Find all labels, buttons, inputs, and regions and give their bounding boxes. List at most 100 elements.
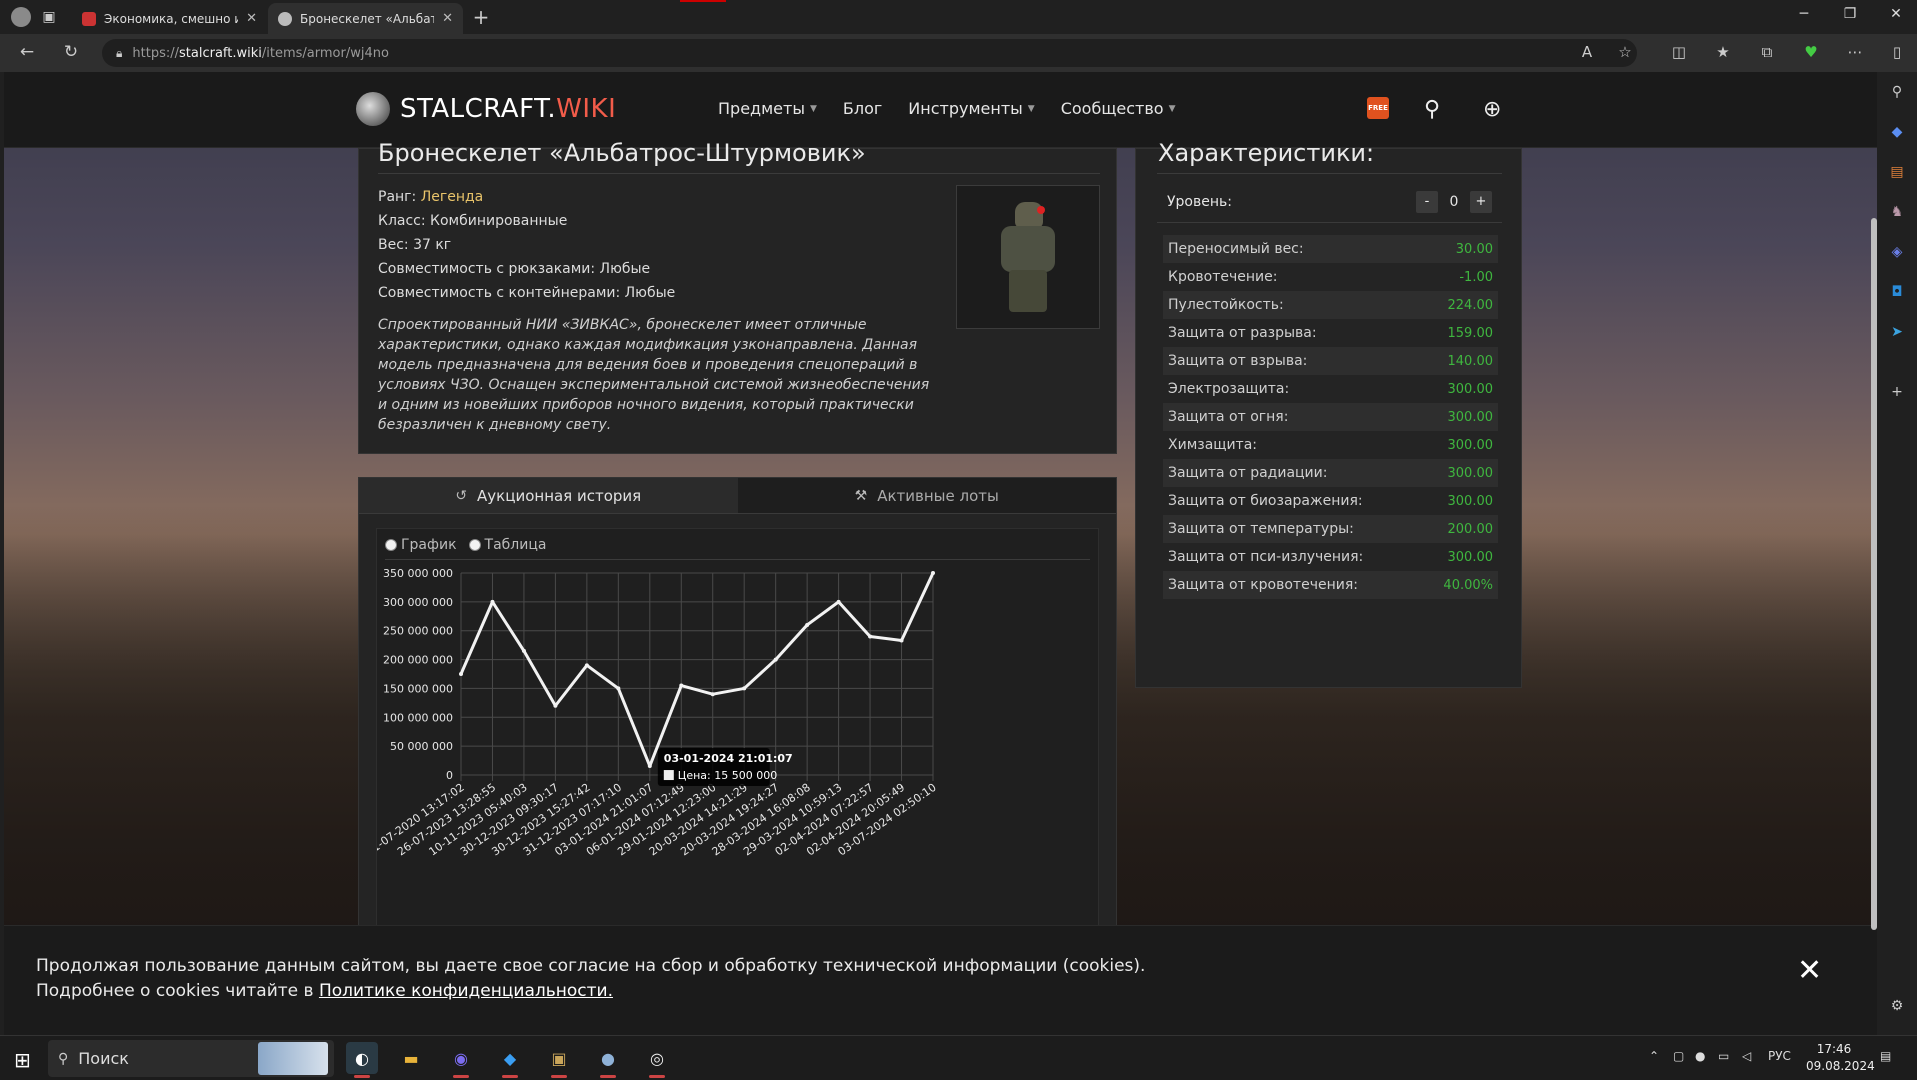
level-selector: Уровень: - 0 +: [1157, 181, 1502, 223]
armor-image: [993, 202, 1063, 312]
settings-gear-icon[interactable]: ⚙: [1887, 998, 1907, 1018]
gavel-icon: ⚒: [854, 487, 868, 504]
site-header: STALCRAFT. WIKI Предметы ▼ Блог Инструмент…: [4, 72, 1877, 148]
games-icon[interactable]: ♞: [1887, 204, 1907, 224]
avatar-icon: [11, 7, 31, 27]
outlook-icon[interactable]: ◘: [1887, 284, 1907, 304]
url-field[interactable]: 🔒︎ https://stalcraft.wiki/items/armor/wj…: [102, 39, 1637, 67]
tab-economics[interactable]: Экономика, смешно и грустно. ✕: [72, 3, 267, 34]
class-line: Класс: Комбинированные: [378, 213, 568, 229]
edge-app-icon[interactable]: ◐: [346, 1042, 378, 1078]
stat-row: Химзащита: 300.00: [1163, 431, 1498, 459]
privacy-policy-link[interactable]: Политике конфиденциальности.: [319, 981, 613, 1001]
minimize-icon[interactable]: ─: [1789, 6, 1819, 22]
profile-avatar[interactable]: [8, 4, 34, 30]
refresh-icon[interactable]: ↻: [60, 42, 82, 62]
tab-stalcraft[interactable]: Бронескелет «Альбатрос-Штурм ✕: [268, 3, 463, 34]
stat-name: Защита от огня:: [1168, 409, 1289, 425]
notifications-icon[interactable]: ▤: [1880, 1049, 1891, 1063]
menu-item-tools[interactable]: Инструменты ▼: [908, 99, 1034, 118]
favorite-star-icon[interactable]: ☆: [1614, 43, 1636, 61]
stat-name: Переносимый вес:: [1168, 241, 1304, 257]
tab-actions-icon[interactable]: ▣: [36, 4, 62, 30]
free-badge-icon[interactable]: FREE: [1367, 97, 1389, 119]
favorites-icon[interactable]: ★: [1712, 43, 1734, 61]
data-point: [899, 638, 904, 643]
search-icon[interactable]: ⚲: [1424, 97, 1440, 122]
stat-name: Защита от пси-излучения:: [1168, 549, 1364, 565]
discord-icon[interactable]: ◉: [445, 1042, 477, 1078]
windows-start-icon[interactable]: ⊞: [14, 1048, 31, 1072]
app-icon[interactable]: ◎: [641, 1042, 673, 1078]
toolbox-icon[interactable]: ▤: [1887, 164, 1907, 184]
menu-item-community[interactable]: Сообщество ▼: [1061, 99, 1176, 118]
windows-taskbar: ⊞ ⚲ Поиск ◐ ▬ ◉ ◆ ▣ ● ◎ ⌃ ▢ ● ▭ ◁ РУС 17…: [0, 1035, 1917, 1080]
taskbar-search[interactable]: ⚲ Поиск: [48, 1040, 334, 1077]
address-bar-row: ← ↻ 🔒︎ https://stalcraft.wiki/items/armo…: [0, 34, 1917, 72]
stat-value: 300.00: [1447, 549, 1494, 565]
stat-name: Защита от биозаражения:: [1168, 493, 1363, 509]
tab-close-icon[interactable]: ✕: [442, 11, 453, 26]
shopping-tag-icon[interactable]: ◆: [1887, 124, 1907, 144]
price-line-chart[interactable]: 350 000 000 300 000 000 250 000 000 200 000…: [377, 529, 1100, 949]
stat-value: 200.00: [1447, 521, 1494, 537]
new-tab-button[interactable]: +: [468, 4, 494, 30]
split-screen-icon[interactable]: ◫: [1668, 43, 1690, 61]
data-point: [868, 634, 873, 639]
level-increment-button[interactable]: +: [1470, 190, 1492, 213]
menu-item-label: Инструменты: [908, 99, 1023, 118]
auction-tabs: ↺ Аукционная история ⚒ Активные лоты: [359, 478, 1116, 514]
stat-row: Защита от температуры: 200.00: [1163, 515, 1498, 543]
sidebar-toggle-icon[interactable]: ▯: [1886, 43, 1908, 61]
y-tick-label: 0: [446, 769, 453, 782]
clock-date: 09.08.2024: [1806, 1059, 1875, 1073]
add-icon[interactable]: +: [1887, 384, 1907, 404]
lock-icon: 🔒︎: [116, 45, 123, 60]
tooltip-date: 03-01-2024 21:01:07: [664, 752, 793, 765]
cookie-close-icon[interactable]: ✕: [1797, 956, 1822, 986]
telegram-icon[interactable]: ➤: [1887, 324, 1907, 344]
tab-title: Бронескелет «Альбатрос-Штурм: [300, 11, 435, 26]
level-decrement-button[interactable]: -: [1416, 190, 1438, 213]
menu-item-blog[interactable]: Блог: [843, 99, 882, 118]
close-window-icon[interactable]: ✕: [1881, 6, 1911, 22]
data-point: [710, 692, 715, 697]
restore-icon[interactable]: ❐: [1835, 6, 1865, 22]
stat-name: Пулестойкость:: [1168, 297, 1284, 313]
stat-value: 300.00: [1447, 437, 1494, 453]
tray-device-icon[interactable]: ▢: [1673, 1049, 1684, 1063]
data-point: [459, 672, 463, 676]
microphone-icon[interactable]: ●: [1695, 1049, 1705, 1063]
network-icon[interactable]: ▭: [1718, 1049, 1729, 1063]
url-scheme: https://: [132, 45, 179, 61]
copilot-icon[interactable]: ◈: [1887, 244, 1907, 264]
volume-icon[interactable]: ◁: [1742, 1049, 1751, 1063]
menu-item-items[interactable]: Предметы ▼: [718, 99, 817, 118]
site-logo[interactable]: STALCRAFT. WIKI: [356, 92, 616, 126]
game-icon[interactable]: ▣: [543, 1042, 575, 1078]
stat-name: Защита от кровотечения:: [1168, 577, 1358, 593]
back-icon[interactable]: ←: [16, 42, 38, 62]
item-image: [956, 185, 1100, 329]
clock[interactable]: 17:46 09.08.2024: [1806, 1041, 1875, 1075]
clock-time: 17:46: [1816, 1042, 1852, 1056]
file-explorer-icon[interactable]: ▬: [395, 1042, 427, 1074]
collections-icon[interactable]: ⧉: [1756, 43, 1778, 61]
search-icon[interactable]: ⚲: [1887, 84, 1907, 104]
tab-close-icon[interactable]: ✕: [246, 11, 257, 26]
tab-active-lots[interactable]: ⚒ Активные лоты: [737, 478, 1116, 514]
language-globe-icon[interactable]: ⊕: [1483, 97, 1501, 122]
y-tick-label: 150 000 000: [383, 682, 453, 695]
tray-chevron-icon[interactable]: ⌃: [1649, 1049, 1659, 1063]
language-indicator[interactable]: РУС: [1768, 1049, 1791, 1063]
menu-item-label: Предметы: [718, 99, 805, 118]
stat-row: Защита от разрыва: 159.00: [1163, 319, 1498, 347]
stat-value: 159.00: [1447, 325, 1494, 341]
read-aloud-icon[interactable]: A: [1576, 43, 1598, 61]
launcher-icon[interactable]: ◆: [494, 1042, 526, 1078]
tab-auction-history[interactable]: ↺ Аукционная история: [359, 478, 738, 514]
stat-value: 140.00: [1447, 353, 1494, 369]
more-menu-icon[interactable]: ⋯: [1844, 43, 1866, 61]
extension-icon[interactable]: ♥: [1800, 43, 1822, 61]
steam-icon[interactable]: ●: [592, 1042, 624, 1078]
